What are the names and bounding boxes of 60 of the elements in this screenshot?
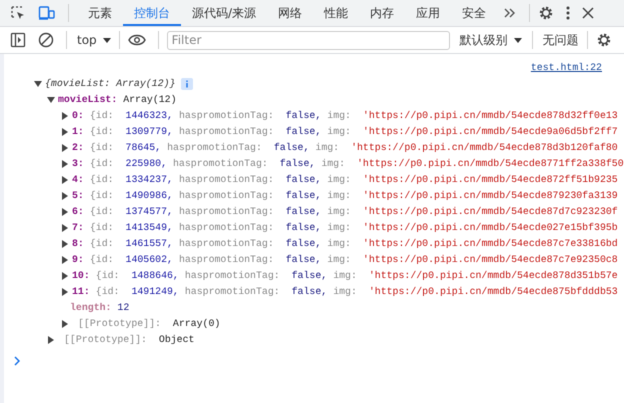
caret-icon — [102, 38, 111, 42]
array-entry: 0: {id: 1446323, haspromotionTag: false, img: 'https://p0.pipi.cn/mmdb/54ecde878d32ff0e13 — [72, 109, 618, 123]
property-entry: [[Prototype]]: Object — [63, 333, 194, 347]
array-entry: 5: {id: 1490986, haspromotionTag: false, img: 'https://p0.pipi.cn/mmdb/54ecde879230fa3139 — [72, 189, 618, 203]
property-entry: [[Prototype]]: Array(0) — [77, 317, 220, 331]
array-entry: 8: {id: 1461557, haspromotionTag: false, img: 'https://p0.pipi.cn/mmdb/54ecde87c7e33816bd — [72, 237, 618, 251]
array-entry: 2: {id: 78645, haspromotionTag: false, img: 'https://p0.pipi.cn/mmdb/54ecde878d3b120faf80 — [72, 141, 618, 155]
issues-button[interactable]: 无问题 — [540, 32, 587, 48]
toggle-arrow-icon[interactable] — [61, 240, 69, 248]
array-entry: 7: {id: 1413549, haspromotionTag: false, img: 'https://p0.pipi.cn/mmdb/54ecde027e15bf395b — [72, 221, 618, 235]
array-entry: 11: {id: 1491249, haspromotionTag: false, img: 'https://p0.pipi.cn/mmdb/54ecde875bfdddb53 — [72, 285, 618, 299]
toggle-arrow-icon[interactable] — [61, 224, 69, 232]
source-link[interactable]: test.html:22 — [530, 60, 602, 76]
array-entry: 6: {id: 1374577, haspromotionTag: false, img: 'https://p0.pipi.cn/mmdb/54ecde87d7c923230f — [72, 205, 618, 219]
context-dropdown[interactable]: top — [75, 33, 119, 47]
settings-icon[interactable] — [596, 32, 612, 48]
toggle-arrow-icon[interactable] — [61, 192, 69, 200]
more-tabs-icon[interactable] — [503, 7, 518, 19]
toggle-arrow-icon[interactable] — [61, 176, 69, 184]
object-summary: {movieList: Array(12)} — [45, 77, 176, 91]
toggle-arrow-icon[interactable] — [61, 160, 69, 168]
panel-tab[interactable]: 内存 — [359, 0, 406, 26]
toggle-arrow-icon[interactable] — [61, 144, 69, 152]
panel-tab[interactable]: 安全 — [451, 0, 498, 26]
clear-console-icon[interactable] — [38, 32, 54, 48]
toggle-arrow-icon[interactable] — [47, 336, 55, 344]
array-entry: 4: {id: 1334237, haspromotionTag: false, img: 'https://p0.pipi.cn/mmdb/54ecde872ff51b9235 — [72, 173, 618, 187]
panel-tab[interactable]: 元素 — [77, 0, 123, 26]
toggle-arrow-icon[interactable] — [47, 96, 55, 104]
filter-field[interactable]: Filter — [166, 30, 450, 50]
device-toolbar-icon[interactable] — [38, 5, 56, 21]
sidebar-toggle-icon[interactable] — [10, 32, 26, 48]
panel-tab[interactable]: 网络 — [267, 0, 314, 26]
info-icon — [181, 78, 194, 90]
settings-icon[interactable] — [538, 5, 554, 21]
toggle-arrow-icon[interactable] — [61, 128, 69, 136]
close-icon[interactable] — [582, 7, 594, 19]
panel-tab[interactable]: 源代码/来源 — [181, 0, 268, 26]
panel-tab[interactable]: 应用 — [405, 0, 452, 26]
caret-icon — [514, 38, 522, 42]
toggle-arrow-icon[interactable] — [61, 208, 69, 216]
toggle-arrow-icon[interactable] — [34, 80, 42, 88]
panel-tab[interactable]: 性能 — [313, 0, 360, 26]
panel-tab[interactable]: 控制台 — [123, 0, 181, 26]
toggle-arrow-icon[interactable] — [61, 112, 69, 120]
toggle-arrow-icon[interactable] — [61, 272, 69, 280]
prompt-chevron-icon[interactable] — [14, 356, 20, 366]
kebab-menu-icon[interactable] — [566, 5, 570, 21]
array-entry: 9: {id: 1405602, haspromotionTag: false, img: 'https://p0.pipi.cn/mmdb/54ecde87c7e92350c8 — [72, 253, 618, 267]
property-entry: length: 12 — [70, 301, 130, 315]
inspect-icon[interactable] — [10, 5, 26, 21]
log-level-dropdown[interactable]: 默认级别 — [458, 32, 532, 48]
array-entry: 1: {id: 1309779, haspromotionTag: false, img: 'https://p0.pipi.cn/mmdb/54ecde9a06d5bf2ff7 — [72, 125, 618, 139]
toggle-arrow-icon[interactable] — [61, 320, 69, 328]
property-entry: movieList: Array(12) — [58, 93, 177, 107]
toggle-arrow-icon[interactable] — [61, 256, 69, 264]
array-entry: 10: {id: 1488646, haspromotionTag: false, img: 'https://p0.pipi.cn/mmdb/54ecde878d351b57e — [72, 269, 618, 283]
array-entry: 3: {id: 225980, haspromotionTag: false, img: 'https://p0.pipi.cn/mmdb/54ecde8771ff2a338f50 — [72, 157, 624, 171]
eye-icon[interactable] — [128, 34, 146, 46]
toggle-arrow-icon[interactable] — [61, 288, 69, 296]
